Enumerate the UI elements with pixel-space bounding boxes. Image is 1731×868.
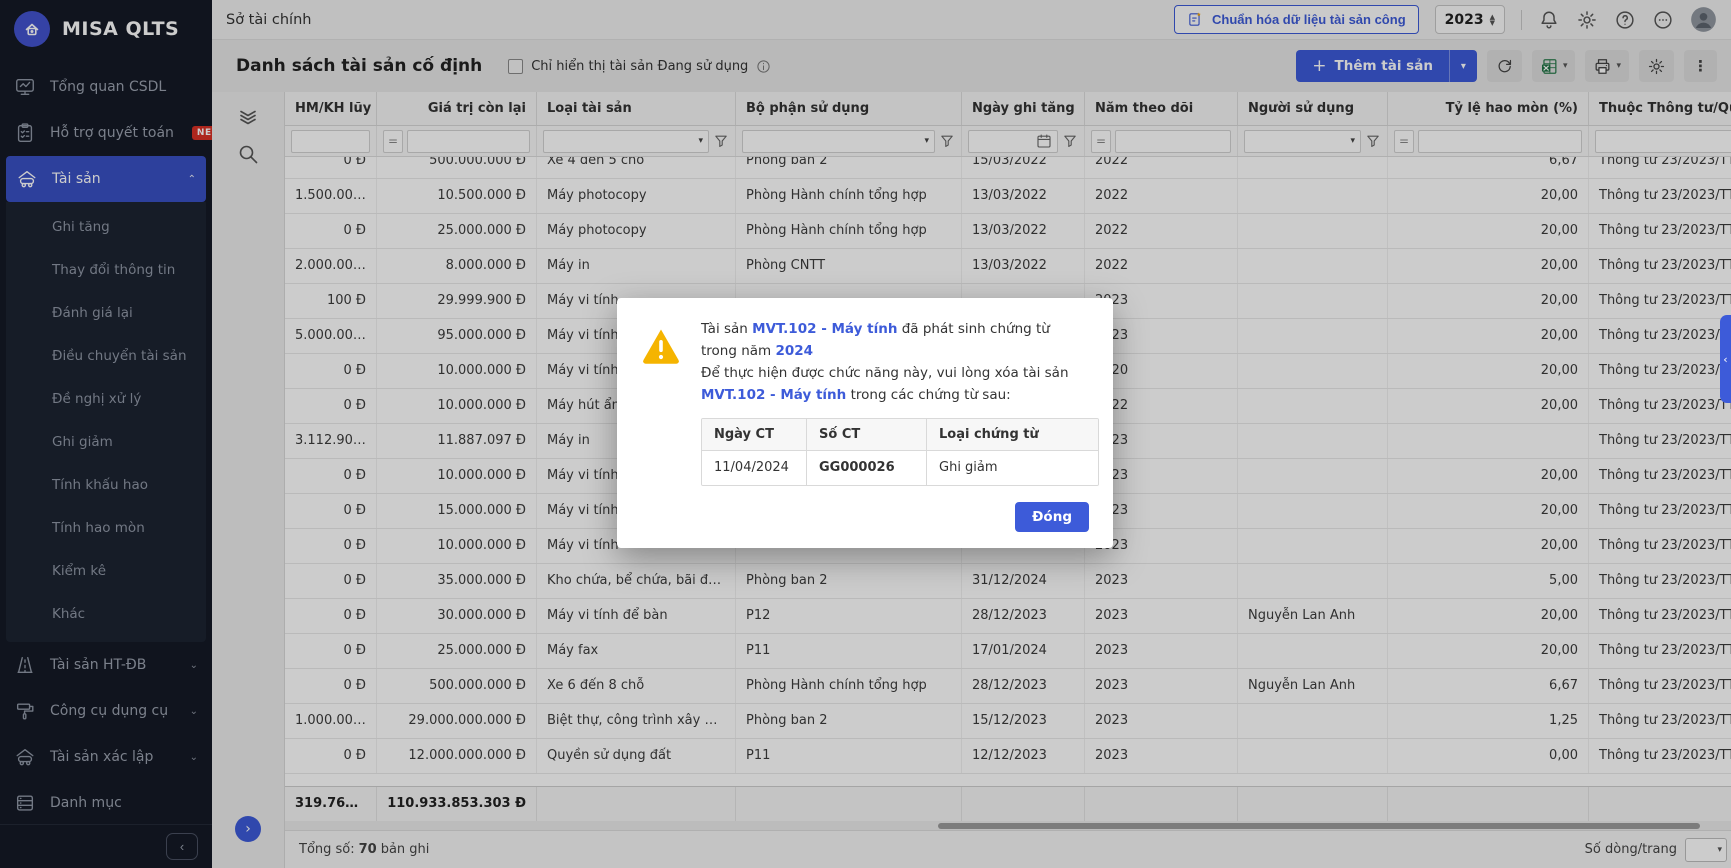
msg-text: trong các chứng từ sau:: [846, 387, 1010, 403]
year-link[interactable]: 2024: [776, 343, 814, 359]
asset-link[interactable]: MVT.102 - Máy tính: [752, 321, 897, 337]
dialog-actions: Đóng: [641, 502, 1089, 532]
voucher-table: Ngày CT Số CT Loại chứng từ 11/04/2024 G…: [701, 418, 1099, 486]
close-button[interactable]: Đóng: [1015, 502, 1089, 532]
msg-text: Tài sản: [701, 321, 752, 337]
voucher-type: Ghi giảm: [927, 451, 1099, 485]
voucher-table-header: Ngày CT Số CT Loại chứng từ: [702, 419, 1098, 451]
warning-line-1: Tài sản MVT.102 - Máy tính đã phát sinh …: [701, 318, 1089, 362]
asset-link[interactable]: MVT.102 - Máy tính: [701, 387, 846, 403]
warning-message: Tài sản MVT.102 - Máy tính đã phát sinh …: [701, 318, 1089, 406]
right-panel-handle[interactable]: ‹: [1720, 315, 1731, 403]
voucher-date: 11/04/2024: [702, 451, 807, 485]
warning-dialog-body: Tài sản MVT.102 - Máy tính đã phát sinh …: [641, 318, 1089, 406]
warning-dialog: Tài sản MVT.102 - Máy tính đã phát sinh …: [617, 298, 1113, 548]
voucher-number-link[interactable]: GG000026: [807, 451, 927, 485]
msg-text: Để thực hiện được chức năng này, vui lòn…: [701, 365, 1069, 381]
warning-triangle-icon: [641, 326, 681, 366]
warning-line-2: Để thực hiện được chức năng này, vui lòn…: [701, 362, 1089, 406]
voucher-col-number: Số CT: [807, 419, 927, 450]
voucher-col-type: Loại chứng từ: [927, 419, 1099, 450]
voucher-col-date: Ngày CT: [702, 419, 807, 450]
voucher-row: 11/04/2024 GG000026 Ghi giảm: [702, 451, 1098, 485]
app-root: MISA QLTS Tổng quan CSDLHỗ trợ quyết toá…: [0, 0, 1731, 868]
